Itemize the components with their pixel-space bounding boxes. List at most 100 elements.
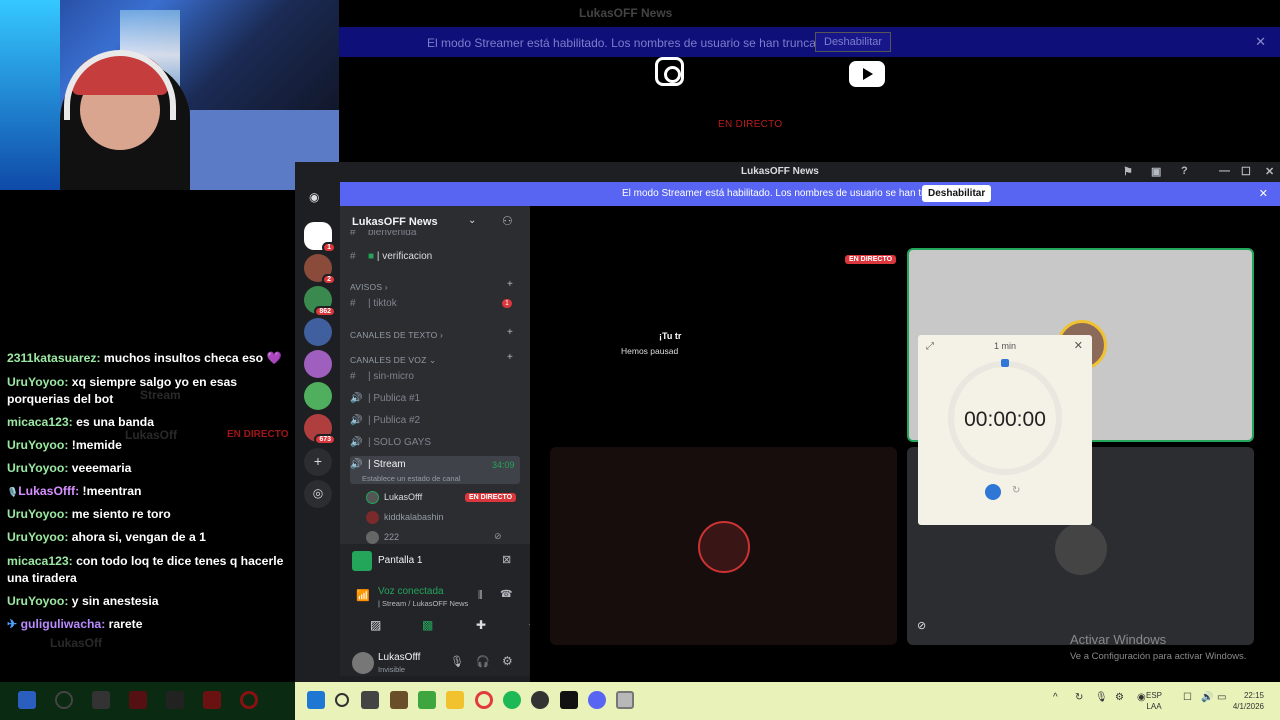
minecraft-icon[interactable] (390, 691, 408, 709)
reset-icon[interactable]: ↻ (1012, 485, 1020, 496)
server-icon[interactable]: 1 (304, 222, 336, 253)
server-icon[interactable] (304, 382, 332, 410)
server-icon[interactable]: 673 (304, 414, 336, 445)
camera-off-icon[interactable]: ▨ (370, 618, 381, 632)
close-icon[interactable]: ✕ (1074, 339, 1083, 352)
windows-start-icon[interactable] (307, 691, 325, 709)
stop-share-icon[interactable]: ⊠ (502, 553, 511, 566)
volume-icon[interactable]: 🔊 (1201, 692, 1213, 703)
disable-streamer-button[interactable]: Deshabilitar (922, 185, 992, 202)
server-icon[interactable] (304, 350, 332, 378)
voice-stage: EN DIRECTO ¡Tu tr Hemos pausad ⊘ ⤢ 1 min… (530, 206, 1280, 682)
server-rail: ◉ 1 2 862 673 + ◎ (295, 182, 340, 682)
settings-icon[interactable]: ⚙ (1115, 692, 1124, 703)
headphones-icon[interactable]: 🎧 (476, 655, 490, 668)
search-icon[interactable] (335, 693, 349, 707)
battery-icon[interactable]: ▭ (1217, 692, 1226, 703)
tiktok-icon[interactable] (560, 691, 578, 709)
minimize-icon[interactable]: — (1219, 165, 1230, 177)
window-title: LukasOFF News (741, 166, 819, 177)
voice-user-row[interactable]: LukasOfff EN DIRECTO (362, 490, 522, 506)
language-indicator[interactable]: ESP LAA (1146, 690, 1162, 712)
close-icon[interactable]: ✕ (1255, 34, 1266, 50)
chevron-up-icon[interactable]: ^ (1053, 692, 1058, 703)
inbox-icon[interactable]: ⚑ (1123, 165, 1133, 178)
share-screen-icon[interactable]: ▩ (422, 618, 433, 632)
voice-user-row[interactable]: kiddkalabashin (362, 510, 522, 526)
channel-list: LukasOFF News ⌄ ⚇ # bienvenida # ■ | verif… (340, 206, 530, 544)
server-name[interactable]: LukasOFF News (352, 216, 438, 228)
maximize-icon[interactable]: ☐ (1241, 165, 1251, 178)
discord-logo-icon[interactable]: ◉ (309, 190, 319, 204)
voice-channel-path[interactable]: | Stream / LukasOFF News (378, 599, 468, 608)
mic-icon[interactable]: 🎙 (1095, 692, 1108, 703)
discover-icon[interactable]: ◎ (304, 480, 332, 508)
chevron-down-icon[interactable]: ⌄ (468, 215, 476, 226)
chat-message: UruYoyoo: me siento re toro (7, 506, 292, 523)
task-view-icon[interactable] (361, 691, 379, 709)
channel-item-tiktok[interactable]: # | tiktok (350, 295, 520, 313)
add-channel-icon[interactable]: + (507, 327, 513, 338)
channel-label: Stream (373, 459, 406, 470)
channel-item-verificacion[interactable]: # ■ | verificacion (350, 248, 520, 266)
add-server-icon[interactable]: + (304, 448, 332, 476)
mic-icon[interactable]: 🎙 (450, 655, 464, 668)
activities-icon[interactable]: ✚ (476, 618, 486, 632)
user-status: Invisible (378, 665, 406, 674)
voice-channel-solo-gays[interactable]: 🔊 | SOLO GAYS (350, 434, 520, 452)
discord-icon[interactable] (588, 691, 606, 709)
server-icon[interactable]: 2 (304, 254, 336, 285)
channel-label: Publica #2 (373, 415, 421, 426)
network-icon[interactable]: ☐ (1183, 692, 1192, 703)
server-icon[interactable] (304, 318, 332, 346)
channel-status-hint[interactable]: Establece un estado de canal (362, 474, 460, 483)
layout-code: LAA (1146, 702, 1162, 711)
add-channel-icon[interactable]: + (507, 279, 513, 290)
timer-progress-handle[interactable] (1001, 359, 1009, 367)
folder-icon[interactable] (446, 691, 464, 709)
timer-app-icon[interactable] (616, 691, 634, 709)
disconnect-icon[interactable]: ☎ (500, 589, 512, 600)
add-member-icon[interactable]: ⚇ (502, 214, 513, 228)
record-icon[interactable]: ◉ (1137, 692, 1146, 703)
category-voice-channels[interactable]: CANALES DE VOZ ⌄ (350, 355, 436, 366)
help-icon[interactable]: ? (1181, 165, 1188, 177)
noise-icon[interactable]: ⫼ (478, 590, 483, 601)
category-text-channels[interactable]: CANALES DE TEXTO › (350, 330, 443, 340)
spotify-icon[interactable] (503, 691, 521, 709)
user-name[interactable]: LukasOfff (378, 652, 420, 663)
plane-badge-icon: ✈ (7, 617, 18, 631)
add-channel-icon[interactable]: + (507, 352, 513, 363)
chat-message: UruYoyoo: xq siempre salgo yo en esas po… (7, 374, 292, 408)
game-icon[interactable] (418, 691, 436, 709)
play-button[interactable] (985, 484, 1001, 500)
voice-user-row[interactable]: 222 ⊘ (362, 530, 522, 544)
chat-text: me siento re toro (71, 507, 171, 521)
ghost-text: LukasOff (50, 636, 103, 650)
settings-gear-icon[interactable]: ⚙ (502, 654, 513, 668)
sync-icon[interactable]: ↻ (1075, 692, 1083, 703)
channel-item-sin-micro[interactable]: # | sin-micro (350, 368, 520, 386)
webcam-feed (0, 0, 339, 190)
chat-username: 2311katasuarez: (7, 351, 101, 365)
category-avisos[interactable]: AVISOS › (350, 282, 388, 292)
opera-icon[interactable] (475, 691, 493, 709)
voice-connected-label[interactable]: Voz conectada (378, 586, 444, 597)
voice-channel-publica2[interactable]: 🔊 | Publica #2 (350, 412, 520, 430)
obs-icon[interactable] (531, 691, 549, 709)
channel-item[interactable]: # bienvenida (350, 230, 520, 240)
voice-channel-publica1[interactable]: 🔊 | Publica #1 (350, 390, 520, 408)
hash-icon: # (350, 230, 356, 238)
avatar[interactable] (352, 652, 374, 674)
hash-icon: # (350, 371, 356, 382)
server-icon[interactable]: 862 (304, 286, 336, 317)
voice-panel: Pantalla 1 ⊠ 📶 Voz conectada | Stream / … (340, 544, 538, 676)
screen-icon[interactable]: ▣ (1151, 165, 1161, 178)
streamer-disable-button[interactable]: Deshabilitar (815, 32, 892, 52)
close-icon[interactable]: ✕ (1259, 187, 1268, 200)
video-tile[interactable] (550, 447, 897, 645)
system-clock[interactable]: 22:15 4/1/2026 (1233, 690, 1264, 712)
category-label: AVISOS (350, 282, 383, 292)
hash-icon: # (350, 251, 356, 262)
close-icon[interactable]: ✕ (1265, 165, 1274, 178)
